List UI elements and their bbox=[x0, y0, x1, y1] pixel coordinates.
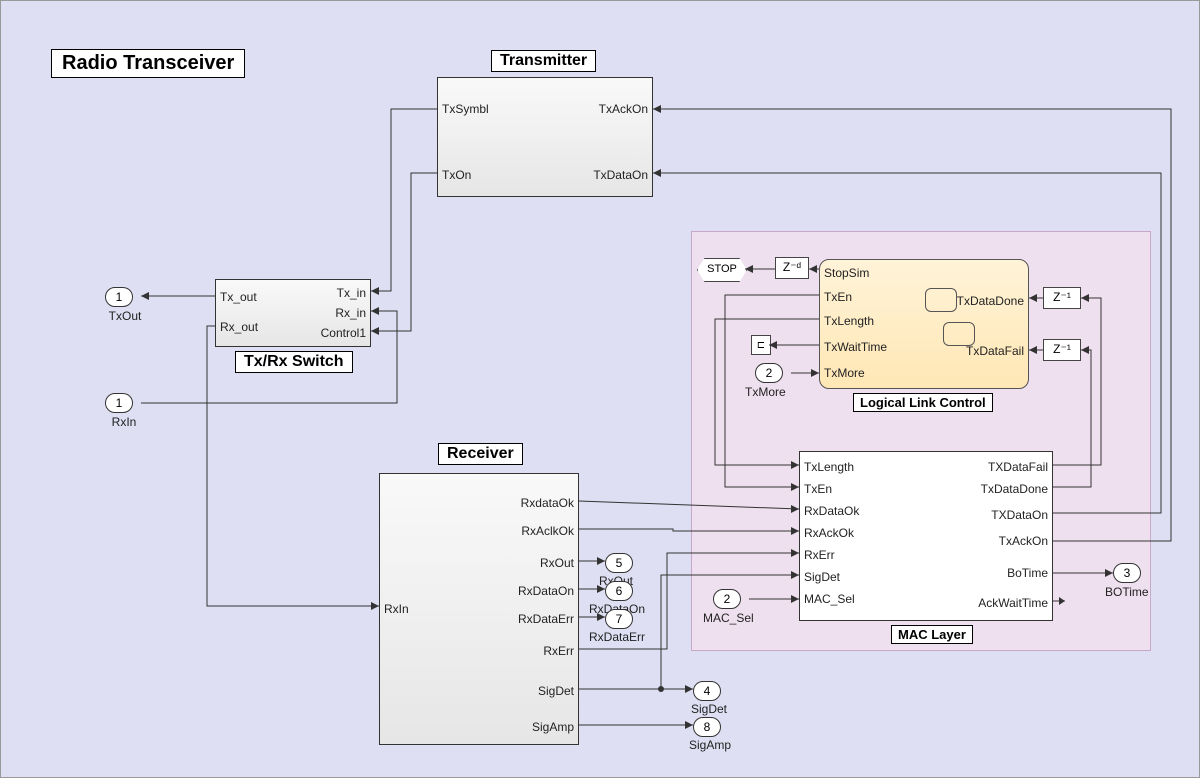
receiver-block[interactable]: RxIn RxdataOk RxAclkOk RxOut RxDataOn Rx… bbox=[379, 473, 579, 745]
stop-block[interactable]: STOP bbox=[697, 258, 747, 282]
switch-title: Tx/Rx Switch bbox=[235, 351, 353, 373]
port-rxout-r: RxOut bbox=[540, 556, 574, 570]
mac-txlength: TxLength bbox=[804, 460, 854, 474]
mac-rxackok: RxAckOk bbox=[804, 526, 854, 540]
mac-txackon: TxAckOn bbox=[999, 534, 1048, 548]
transmitter-title: Transmitter bbox=[491, 50, 596, 72]
port-rxin-r: Rx_in bbox=[335, 306, 366, 320]
outport-txout-label: TxOut bbox=[105, 309, 145, 323]
outport-rxdataerr[interactable]: 7 bbox=[605, 609, 633, 629]
mac-txdatadone: TxDataDone bbox=[981, 482, 1048, 496]
port-rxout-l: Rx_out bbox=[220, 320, 258, 334]
mac-txdatafail: TXDataFail bbox=[988, 460, 1048, 474]
txrx-switch-block[interactable]: Tx_out Rx_out Tx_in Rx_in Control1 bbox=[215, 279, 371, 347]
llc-txdatadone: TxDataDone bbox=[957, 294, 1024, 308]
mac-ackwait: AckWaitTime bbox=[978, 596, 1048, 610]
port-txdataon: TxDataOn bbox=[593, 168, 648, 182]
mac-title: MAC Layer bbox=[891, 625, 973, 644]
inport-txmore[interactable]: 2 bbox=[755, 363, 783, 383]
llc-txlength: TxLength bbox=[824, 314, 874, 328]
mac-txdataon: TXDataOn bbox=[991, 508, 1048, 522]
mac-txen: TxEn bbox=[804, 482, 832, 496]
outport-sigdet[interactable]: 4 bbox=[693, 681, 721, 701]
mac-sigdet: SigDet bbox=[804, 570, 840, 584]
port-sigamp-r: SigAmp bbox=[532, 720, 574, 734]
inport-macsel-label: MAC_Sel bbox=[703, 611, 754, 625]
delay-z1-b[interactable]: Z⁻¹ bbox=[1043, 339, 1081, 361]
mac-block[interactable]: TxLength TxEn RxDataOk RxAckOk RxErr Sig… bbox=[799, 451, 1053, 621]
inport-txmore-label: TxMore bbox=[745, 385, 786, 399]
port-txout-l: Tx_out bbox=[220, 290, 257, 304]
outport-botime-label: BOTime bbox=[1105, 585, 1149, 599]
port-rxaclkok: RxAclkOk bbox=[521, 524, 574, 538]
outport-sigdet-label: SigDet bbox=[691, 702, 727, 716]
outport-txout[interactable]: 1 bbox=[105, 287, 133, 307]
diagram-canvas: Radio Transceiver Transmitter TxSymbl Tx… bbox=[0, 0, 1200, 778]
port-txon: TxOn bbox=[442, 168, 471, 182]
transmitter-block[interactable]: TxSymbl TxOn TxAckOn TxDataOn bbox=[437, 77, 653, 197]
llc-txmore: TxMore bbox=[824, 366, 865, 380]
outport-rxdataerr-label: RxDataErr bbox=[589, 630, 645, 644]
port-txin-r: Tx_in bbox=[337, 286, 366, 300]
llc-state-1 bbox=[925, 288, 957, 312]
outport-sigamp[interactable]: 8 bbox=[693, 717, 721, 737]
diagram-title: Radio Transceiver bbox=[51, 49, 245, 78]
inport-macsel[interactable]: 2 bbox=[713, 589, 741, 609]
port-txackon: TxAckOn bbox=[599, 102, 648, 116]
llc-block[interactable]: StopSim TxEn TxLength TxWaitTime TxMore … bbox=[819, 259, 1029, 389]
receiver-title: Receiver bbox=[438, 443, 523, 465]
outport-sigamp-label: SigAmp bbox=[689, 738, 731, 752]
llc-txen: TxEn bbox=[824, 290, 852, 304]
port-rxdataok: RxdataOk bbox=[521, 496, 574, 510]
port-control1: Control1 bbox=[321, 326, 366, 340]
llc-txwait: TxWaitTime bbox=[824, 340, 887, 354]
port-rxdataon-r: RxDataOn bbox=[518, 584, 574, 598]
inport-rxin[interactable]: 1 bbox=[105, 393, 133, 413]
port-rxin-l: RxIn bbox=[384, 602, 409, 616]
outport-rxout[interactable]: 5 bbox=[605, 553, 633, 573]
mac-macsel: MAC_Sel bbox=[804, 592, 855, 606]
llc-state-2 bbox=[943, 322, 975, 346]
inport-rxin-label: RxIn bbox=[109, 415, 139, 429]
terminator-block[interactable]: ⊏ bbox=[751, 335, 771, 355]
llc-title: Logical Link Control bbox=[853, 393, 993, 412]
port-rxdataerr-r: RxDataErr bbox=[518, 612, 574, 626]
mac-botime: BoTime bbox=[1007, 566, 1048, 580]
outport-botime[interactable]: 3 bbox=[1113, 563, 1141, 583]
mac-rxdataok: RxDataOk bbox=[804, 504, 859, 518]
port-txsymbl: TxSymbl bbox=[442, 102, 489, 116]
port-rxerr-r: RxErr bbox=[543, 644, 574, 658]
outport-rxdataon[interactable]: 6 bbox=[605, 581, 633, 601]
delay-zd[interactable]: Z⁻ᵈ bbox=[775, 257, 809, 279]
llc-stopsim: StopSim bbox=[824, 266, 869, 280]
port-sigdet-r: SigDet bbox=[538, 684, 574, 698]
llc-txdatafail: TxDataFail bbox=[966, 344, 1024, 358]
mac-rxerr: RxErr bbox=[804, 548, 835, 562]
delay-z1-a[interactable]: Z⁻¹ bbox=[1043, 287, 1081, 309]
